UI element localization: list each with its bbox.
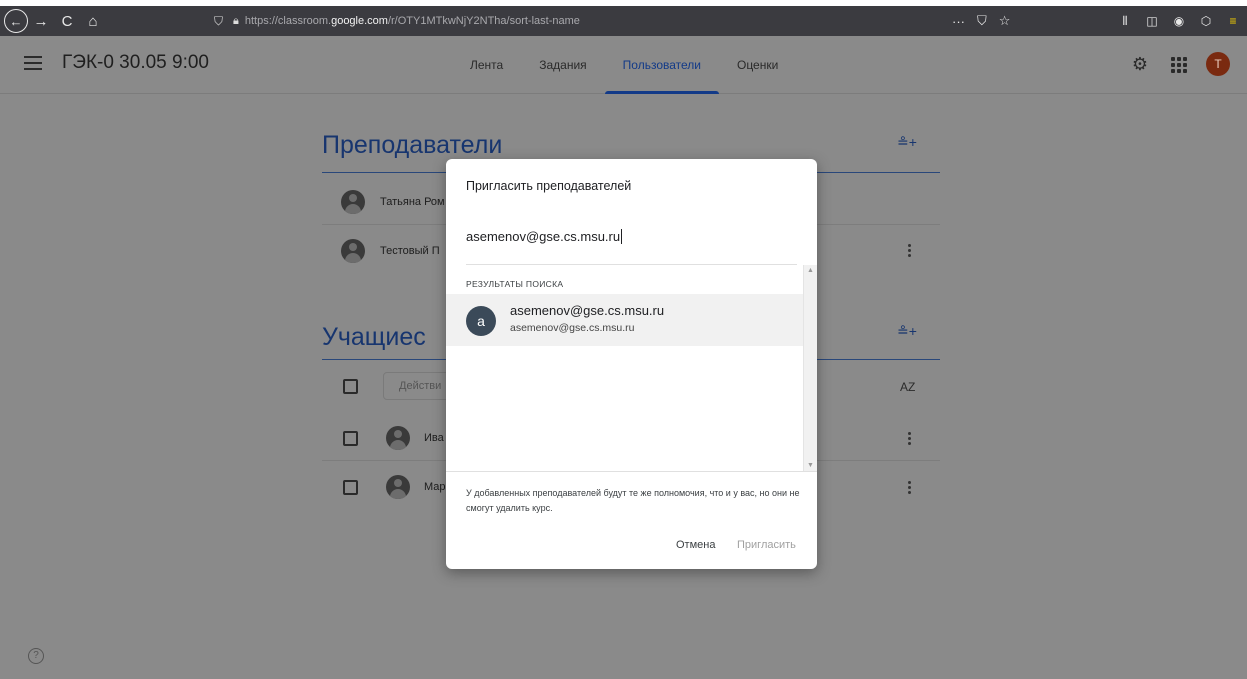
scroll-down-icon[interactable]: ▼ [807,462,814,469]
cancel-button[interactable]: Отмена [676,539,715,551]
more-options-icon[interactable] [908,481,912,496]
dialog-title: Пригласить преподавателей [466,179,632,193]
library-icon[interactable]: ⫴ [1118,14,1132,28]
students-title: Учащиес [322,323,426,351]
main-menu-icon[interactable] [24,56,42,70]
settings-gear-icon[interactable]: ⚙ [1130,54,1150,74]
select-all-checkbox[interactable] [343,379,358,394]
account-avatar[interactable]: T [1206,52,1230,76]
sidebar-icon[interactable]: ◫ [1145,14,1159,28]
url-text[interactable]: https://classroom.google.com/r/OTY1MTkwN… [245,15,580,27]
lock-icon[interactable]: 🔒︎ [233,15,239,28]
classroom-page: ГЭК-0 30.05 9:00 Лента Задания Пользоват… [0,36,1247,679]
permissions-note: У добавленных преподавателей будут те же… [466,488,800,513]
teacher-name: Тестовый П [380,245,440,257]
student-checkbox[interactable] [343,480,358,495]
avatar [386,426,410,450]
more-options-icon[interactable] [908,244,912,259]
student-name: Ива [424,432,444,444]
browser-toolbar-right: ⫴ ◫ ◉ ⬡ ≡ [1118,6,1240,36]
avatar [386,475,410,499]
search-results-list: РЕЗУЛЬТАТЫ ПОИСКА a asemenov@gse.cs.msu.… [446,265,817,471]
teachers-title: Преподаватели [322,131,503,159]
account-icon[interactable]: ◉ [1172,14,1186,28]
bookmark-star-icon[interactable]: ☆ [999,13,1011,29]
footer-divider [446,471,817,472]
search-result-item[interactable]: a asemenov@gse.cs.msu.ru asemenov@gse.cs… [446,294,803,346]
result-email: asemenov@gse.cs.msu.ru [510,303,665,318]
page-actions-icon[interactable]: ··· [952,14,965,29]
tab-grades[interactable]: Оценки [719,36,796,94]
reload-icon[interactable]: C [54,8,80,34]
course-tabs: Лента Задания Пользователи Оценки [452,36,796,94]
avatar [341,190,365,214]
invite-email-input[interactable]: asemenov@gse.cs.msu.ru [466,229,623,244]
invite-button[interactable]: Пригласить [737,539,796,551]
tab-classwork[interactable]: Задания [521,36,604,94]
home-icon[interactable]: ⌂ [80,8,106,34]
student-checkbox[interactable] [343,431,358,446]
address-bar[interactable]: ⛉ 🔒︎ https://classroom.google.com/r/OTY1… [214,9,1014,33]
back-arrow-icon[interactable]: ← [4,9,28,33]
pocket-icon[interactable]: ⛉ [977,13,987,29]
invite-teachers-dialog: Пригласить преподавателей asemenov@gse.c… [446,159,817,569]
forward-arrow-icon[interactable]: → [28,8,54,34]
extension-icon[interactable]: ⬡ [1199,14,1213,28]
results-heading: РЕЗУЛЬТАТЫ ПОИСКА [466,279,564,289]
course-title[interactable]: ГЭК-0 30.05 9:00 [62,52,209,74]
tracking-shield-icon[interactable]: ⛉ [214,14,223,29]
header-actions: ⚙ T [1130,52,1230,76]
app-header: ГЭК-0 30.05 9:00 Лента Задания Пользоват… [0,36,1247,94]
address-bar-actions: ··· ⛉ ☆ [952,6,1010,36]
help-icon[interactable]: ? [28,648,44,664]
invite-student-icon[interactable]: ≗+ [897,323,917,340]
avatar [341,239,365,263]
sort-az-icon[interactable]: AZ [900,380,915,394]
browser-toolbar: ← → C ⌂ ⛉ 🔒︎ https://classroom.google.co… [0,6,1247,36]
result-email-secondary: asemenov@gse.cs.msu.ru [510,322,635,334]
tab-people[interactable]: Пользователи [604,36,720,94]
more-options-icon[interactable] [908,432,912,447]
scroll-up-icon[interactable]: ▲ [807,267,814,274]
apps-grid-icon[interactable] [1168,54,1188,74]
app-menu-icon[interactable]: ≡ [1226,14,1240,28]
invite-teacher-icon[interactable]: ≗+ [897,134,917,151]
student-name: Мар [424,481,446,493]
avatar: a [466,306,496,336]
teacher-name: Татьяна Ром [380,196,445,208]
tab-stream[interactable]: Лента [452,36,521,94]
results-scrollbar[interactable]: ▲ ▼ [803,265,817,471]
